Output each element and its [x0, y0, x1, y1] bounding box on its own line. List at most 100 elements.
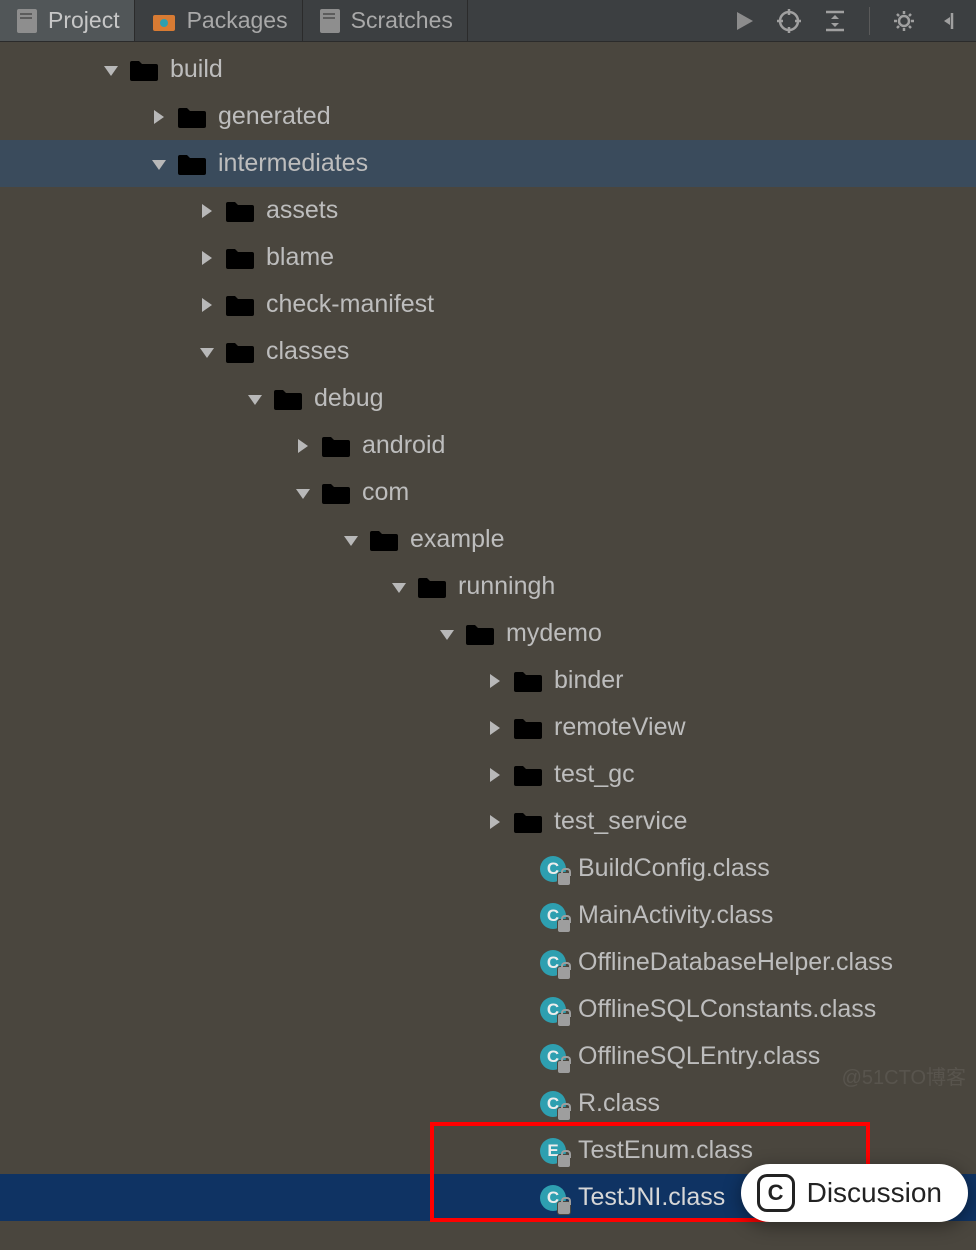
class-file-icon: C — [540, 902, 568, 930]
class-file-icon: C — [540, 1090, 568, 1118]
tree-item-offlinesqlconstants[interactable]: C OfflineSQLConstants.class — [0, 986, 976, 1033]
tree-label: blame — [266, 243, 334, 272]
folder-icon — [224, 198, 256, 224]
tree-label: OfflineDatabaseHelper.class — [578, 948, 893, 977]
tree-item-debug[interactable]: debug — [0, 375, 976, 422]
class-file-icon: C — [540, 996, 568, 1024]
tree-item-runningh[interactable]: runningh — [0, 563, 976, 610]
class-file-icon: C — [540, 855, 568, 883]
chevron-down-icon[interactable] — [148, 153, 170, 175]
tree-label: android — [362, 431, 445, 460]
tree-label: classes — [266, 337, 349, 366]
folder-icon — [128, 57, 160, 83]
tree-item-com[interactable]: com — [0, 469, 976, 516]
tree-item-offlinesqlentry[interactable]: C OfflineSQLEntry.class — [0, 1033, 976, 1080]
tree-item-binder[interactable]: binder — [0, 657, 976, 704]
folder-icon — [512, 762, 544, 788]
discussion-icon: C — [757, 1174, 795, 1212]
tree-item-blame[interactable]: blame — [0, 234, 976, 281]
tree-label: MainActivity.class — [578, 901, 773, 930]
tab-label: Project — [48, 7, 120, 34]
tree-label: intermediates — [218, 149, 368, 178]
folder-icon — [464, 621, 496, 647]
view-tabs: Project Packages Scratches — [0, 0, 976, 42]
folder-icon — [512, 715, 544, 741]
chevron-right-icon[interactable] — [148, 106, 170, 128]
folder-icon — [320, 480, 352, 506]
toolbar — [719, 0, 976, 41]
collapse-all-button[interactable] — [823, 9, 847, 33]
tab-packages[interactable]: Packages — [135, 0, 303, 41]
tree-item-intermediates[interactable]: intermediates — [0, 140, 976, 187]
tab-scratches[interactable]: Scratches — [303, 0, 468, 41]
tree-label: remoteView — [554, 713, 686, 742]
tree-label: R.class — [578, 1089, 660, 1118]
tree-label: test_gc — [554, 760, 635, 789]
tab-project[interactable]: Project — [0, 0, 135, 41]
chevron-right-icon[interactable] — [484, 670, 506, 692]
folder-icon — [224, 339, 256, 365]
folder-icon — [320, 433, 352, 459]
chevron-down-icon[interactable] — [436, 623, 458, 645]
project-tree[interactable]: build generated intermediates assets bla… — [0, 42, 976, 1221]
tree-item-assets[interactable]: assets — [0, 187, 976, 234]
tree-label: BuildConfig.class — [578, 854, 770, 883]
settings-button[interactable] — [892, 9, 916, 33]
chevron-right-icon[interactable] — [484, 717, 506, 739]
chevron-down-icon[interactable] — [244, 388, 266, 410]
tree-item-r[interactable]: C R.class — [0, 1080, 976, 1127]
tree-item-buildconfig[interactable]: C BuildConfig.class — [0, 845, 976, 892]
discussion-popover[interactable]: C Discussion — [741, 1164, 968, 1222]
chevron-down-icon[interactable] — [196, 341, 218, 363]
tree-item-build[interactable]: build — [0, 46, 976, 93]
tree-label: assets — [266, 196, 338, 225]
tab-label: Scratches — [351, 7, 453, 34]
tree-label: OfflineSQLConstants.class — [578, 995, 876, 1024]
chevron-down-icon[interactable] — [292, 482, 314, 504]
discussion-label: Discussion — [807, 1177, 942, 1209]
separator — [869, 7, 870, 35]
tree-label: debug — [314, 384, 384, 413]
folder-icon — [224, 245, 256, 271]
scroll-from-source-button[interactable] — [777, 9, 801, 33]
folder-icon — [512, 668, 544, 694]
folder-icon — [416, 574, 448, 600]
tree-item-check-manifest[interactable]: check-manifest — [0, 281, 976, 328]
folder-icon — [224, 292, 256, 318]
tree-label: example — [410, 525, 505, 554]
package-icon — [149, 7, 179, 35]
chevron-right-icon[interactable] — [196, 294, 218, 316]
folder-icon — [368, 527, 400, 553]
tree-item-example[interactable]: example — [0, 516, 976, 563]
hide-button[interactable] — [938, 9, 962, 33]
tree-item-classes[interactable]: classes — [0, 328, 976, 375]
folder-icon — [272, 386, 304, 412]
tree-item-test-gc[interactable]: test_gc — [0, 751, 976, 798]
chevron-right-icon[interactable] — [484, 764, 506, 786]
tab-label: Packages — [187, 7, 288, 34]
folder-icon — [176, 151, 208, 177]
tree-item-android[interactable]: android — [0, 422, 976, 469]
folder-icon — [176, 104, 208, 130]
tree-item-mydemo[interactable]: mydemo — [0, 610, 976, 657]
chevron-down-icon[interactable] — [340, 529, 362, 551]
chevron-down-icon[interactable] — [100, 59, 122, 81]
chevron-down-icon[interactable] — [388, 576, 410, 598]
tree-item-test-service[interactable]: test_service — [0, 798, 976, 845]
tree-item-remoteview[interactable]: remoteView — [0, 704, 976, 751]
tree-item-generated[interactable]: generated — [0, 93, 976, 140]
class-file-icon: C — [540, 949, 568, 977]
tree-item-mainactivity[interactable]: C MainActivity.class — [0, 892, 976, 939]
tree-label: com — [362, 478, 409, 507]
tree-label: test_service — [554, 807, 687, 836]
class-file-icon: E — [540, 1137, 568, 1165]
tree-label: binder — [554, 666, 624, 695]
chevron-right-icon[interactable] — [196, 247, 218, 269]
chevron-right-icon[interactable] — [196, 200, 218, 222]
chevron-right-icon[interactable] — [484, 811, 506, 833]
tree-item-offlinedatabasehelper[interactable]: C OfflineDatabaseHelper.class — [0, 939, 976, 986]
chevron-right-icon[interactable] — [292, 435, 314, 457]
tree-label: runningh — [458, 572, 555, 601]
class-file-icon: C — [540, 1184, 568, 1212]
run-button[interactable] — [733, 10, 755, 32]
